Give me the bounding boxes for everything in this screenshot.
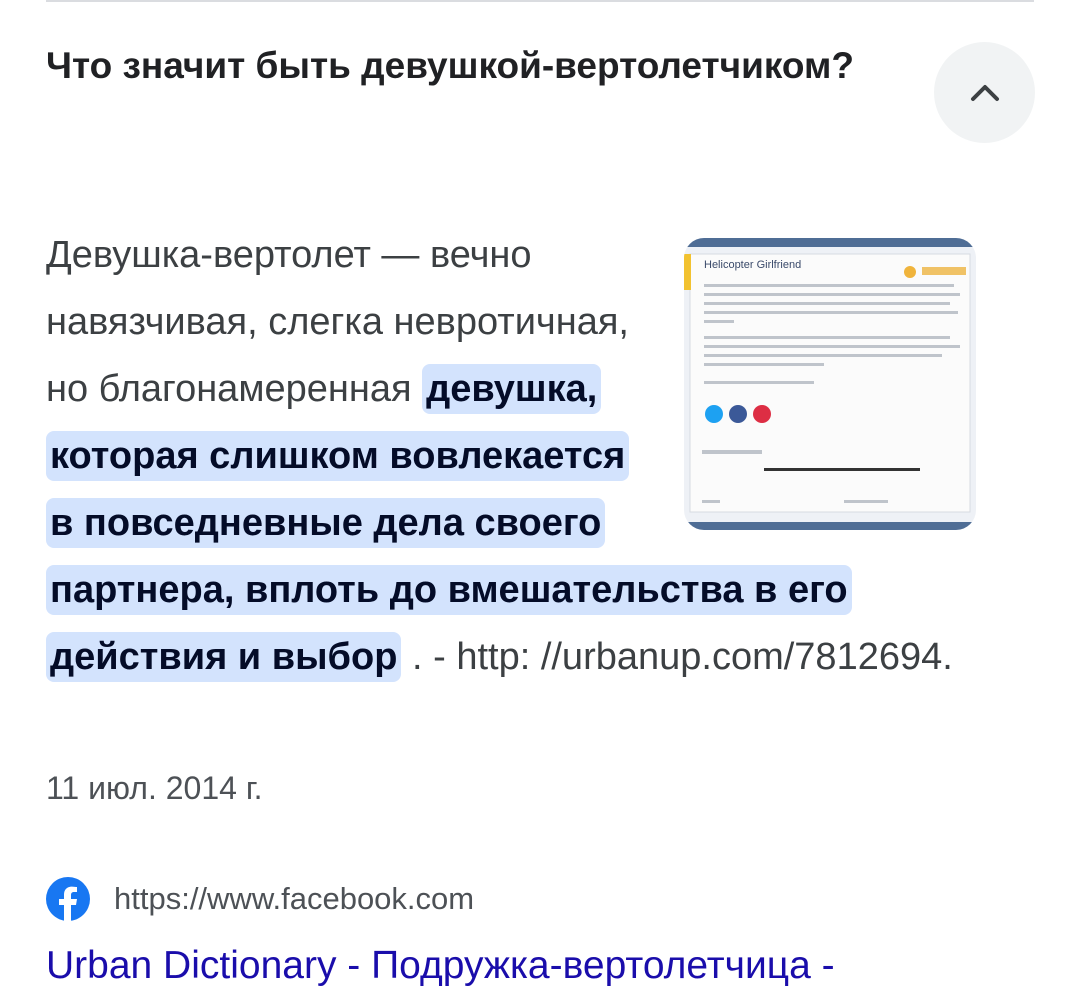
answer-source-ref: . - http: //urbanup.com/7812694. bbox=[401, 636, 953, 678]
answer-date: 11 июл. 2014 г. bbox=[46, 770, 263, 806]
answer-thumbnail[interactable]: Helicopter Girlfriend bbox=[684, 238, 976, 530]
thumbnail-title: Helicopter Girlfriend bbox=[704, 259, 801, 271]
collapse-button[interactable] bbox=[934, 42, 1035, 143]
question-heading[interactable]: Что значит быть девушкой-вертолетчиком? bbox=[46, 38, 886, 94]
answer-snippet: Helicopter Girlfriend Девушка-вертолет —… bbox=[46, 222, 976, 691]
top-divider bbox=[46, 0, 1034, 2]
result-title-link[interactable]: Urban Dictionary - Подружка-вертолетчица… bbox=[46, 944, 835, 988]
result-source[interactable]: https://www.facebook.com bbox=[46, 877, 474, 921]
source-url: https://www.facebook.com bbox=[114, 881, 475, 916]
chevron-up-icon bbox=[970, 84, 999, 101]
facebook-icon bbox=[46, 877, 90, 921]
